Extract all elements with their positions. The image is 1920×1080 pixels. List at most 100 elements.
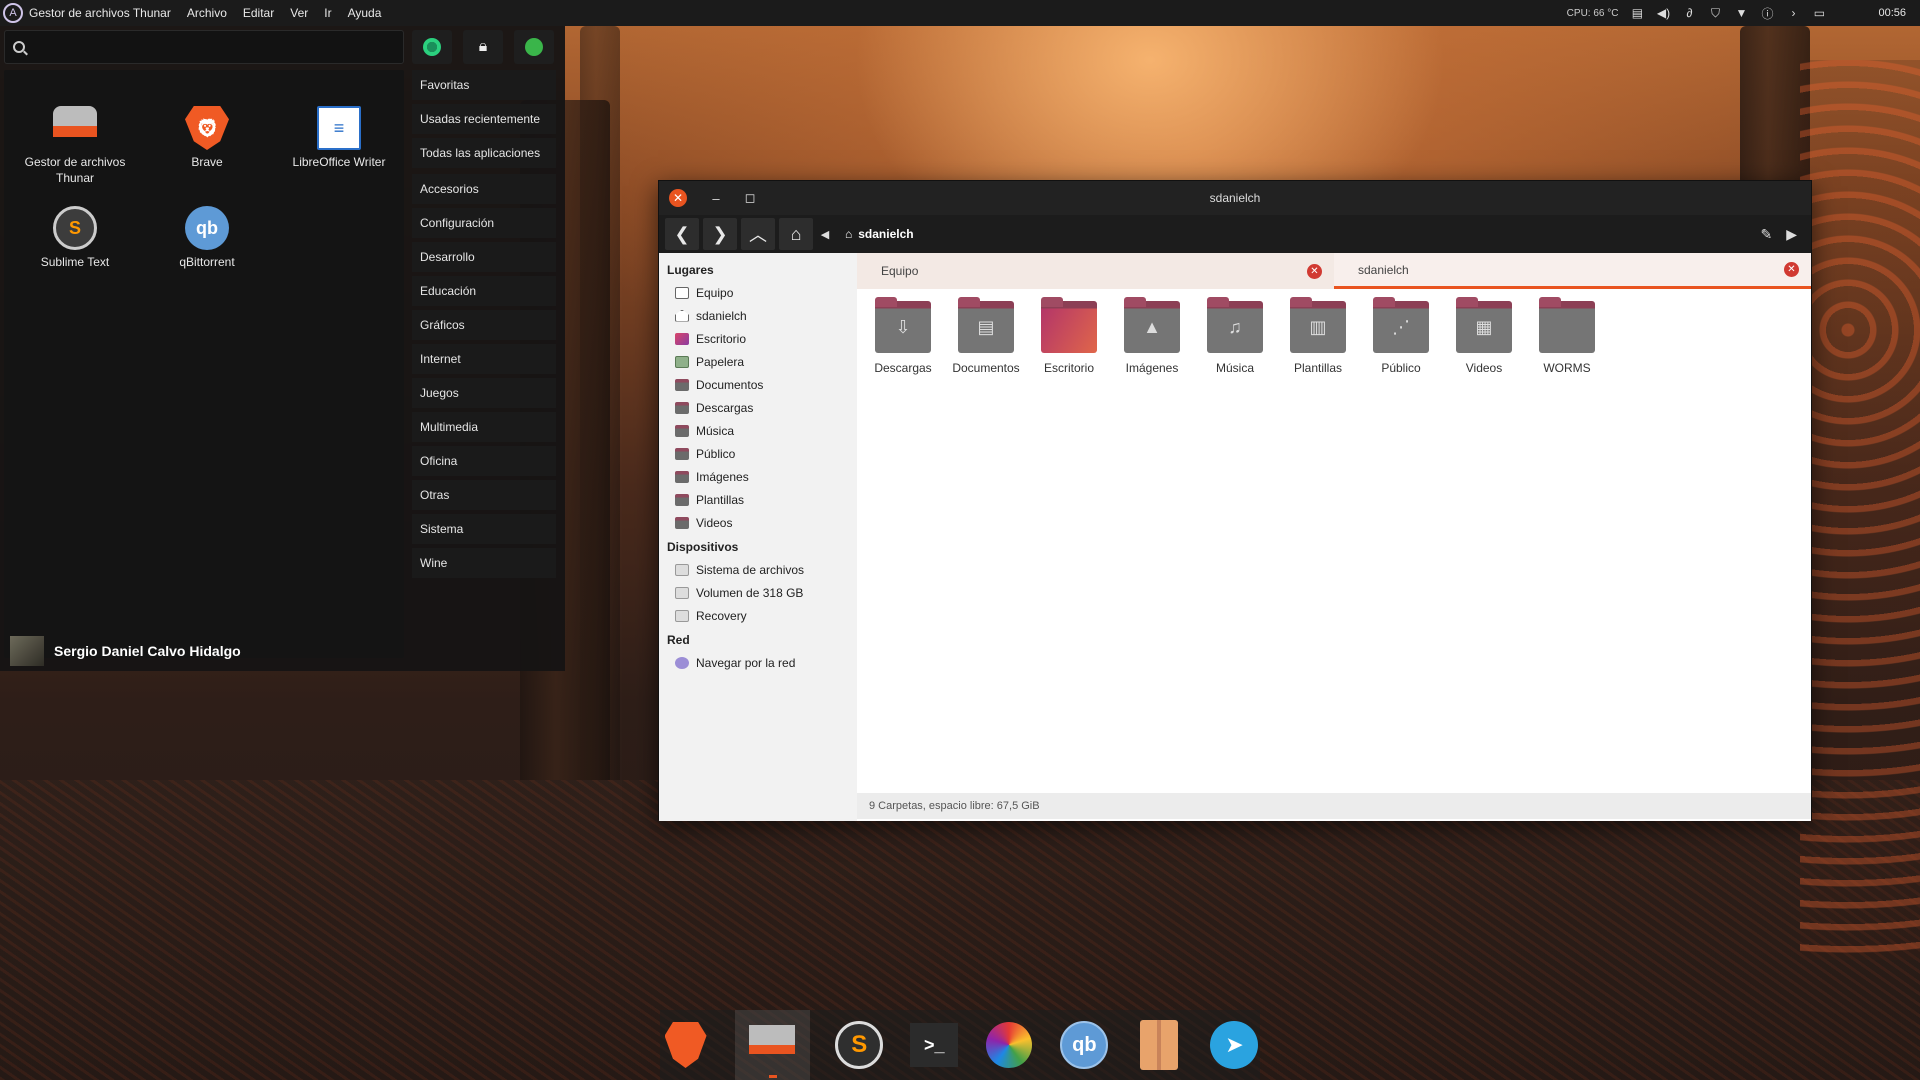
sidebar-item-label: Papelera (696, 354, 745, 369)
sidebar-item-recovery[interactable]: Recovery (659, 604, 857, 627)
category-oficina[interactable]: Oficina (412, 446, 556, 476)
breadcrumb[interactable]: ⌂ sdanielch (835, 219, 924, 249)
close-button[interactable]: ✕ (669, 189, 687, 207)
favorite-thunar[interactable]: Gestor de archivos Thunar (10, 106, 140, 186)
category-multimedia[interactable]: Multimedia (412, 412, 556, 442)
sidebar-item-imagenes[interactable]: Imágenes (659, 465, 857, 488)
dock-terminal[interactable]: >_ (909, 1019, 960, 1071)
sidebar-item-descargas[interactable]: Descargas (659, 396, 857, 419)
category-graficos[interactable]: Gráficos (412, 310, 556, 340)
sidebar-item-plantillas[interactable]: Plantillas (659, 488, 857, 511)
path-scroll-left[interactable]: ◀ (817, 228, 833, 241)
sidebar-item-videos[interactable]: Videos (659, 511, 857, 534)
category-internet[interactable]: Internet (412, 344, 556, 374)
favorite-brave[interactable]: 🦁︎ Brave (142, 106, 272, 170)
volume-icon[interactable]: ◀) (1656, 6, 1670, 20)
search-input[interactable] (33, 39, 393, 55)
settings-icon (423, 38, 441, 56)
sidebar-item-equipo[interactable]: Equipo (659, 281, 857, 304)
minimize-button[interactable]: – (707, 189, 725, 207)
clip-icon[interactable]: ∂ (1682, 6, 1696, 20)
wifi-icon[interactable]: ▼ (1734, 6, 1748, 20)
lock-icon: 🔒︎ (478, 38, 488, 55)
dock-telegram[interactable]: ➤ (1209, 1019, 1260, 1071)
tab-label: Equipo (881, 264, 919, 278)
category-juegos[interactable]: Juegos (412, 378, 556, 408)
back-button[interactable]: ❮ (665, 218, 699, 250)
sidebar-item-publico[interactable]: Público (659, 442, 857, 465)
favorite-label: Gestor de archivos Thunar (24, 155, 126, 185)
log-out-button[interactable] (514, 30, 554, 64)
sidebar-item-volume[interactable]: Volumen de 318 GB (659, 581, 857, 604)
sidebar-item-home[interactable]: sdanielch (659, 304, 857, 327)
title-bar[interactable]: ✕ – ◻ sdanielch (659, 181, 1811, 215)
folder-item[interactable]: Escritorio (1033, 301, 1105, 375)
clock[interactable]: 00:56 (1878, 7, 1906, 19)
folder-item[interactable]: ▤ Documentos (950, 301, 1022, 375)
forward-button[interactable]: ❯ (703, 218, 737, 250)
sidebar-item-browse-network[interactable]: Navegar por la red (659, 651, 857, 674)
dock-image-viewer[interactable] (984, 1019, 1035, 1071)
home-button[interactable]: ⌂ (779, 218, 813, 250)
dock-thunar[interactable] (735, 1010, 810, 1080)
folder-item[interactable]: ▦ Videos (1448, 301, 1520, 375)
sidebar-item-filesystem[interactable]: Sistema de archivos (659, 558, 857, 581)
category-desarrollo[interactable]: Desarrollo (412, 242, 556, 272)
toolbar: ❮ ❯ ︿ ⌂ ◀ ⌂ sdanielch ✎ ▶ (659, 215, 1811, 253)
favorite-sublime[interactable]: S Sublime Text (10, 206, 140, 270)
menu-ayuda[interactable]: Ayuda (348, 6, 382, 20)
battery-icon[interactable]: ▭ (1812, 6, 1826, 20)
sidebar-item-documentos[interactable]: Documentos (659, 373, 857, 396)
menu-ir[interactable]: Ir (324, 6, 331, 20)
download-folder-icon: ⇩ (875, 301, 931, 353)
shield-icon[interactable]: ⛉ (1708, 6, 1722, 20)
dock-sublime[interactable]: S (834, 1019, 885, 1071)
folder-item[interactable]: ⇩ Descargas (867, 301, 939, 375)
notes-icon[interactable]: ▤ (1630, 6, 1644, 20)
settings-button[interactable] (412, 30, 452, 64)
edit-location-button[interactable]: ✎ (1760, 226, 1772, 243)
favorite-qbittorrent[interactable]: qb qBittorrent (142, 206, 272, 270)
menu-archivo[interactable]: Archivo (187, 6, 227, 20)
minimize-icon: – (712, 190, 720, 206)
sidebar-item-musica[interactable]: Música (659, 419, 857, 442)
sidebar-item-escritorio[interactable]: Escritorio (659, 327, 857, 350)
tab-close-button[interactable]: ✕ (1307, 263, 1322, 279)
category-favoritas[interactable]: Favoritas (412, 70, 556, 100)
pictures-folder-icon: ▲ (1124, 301, 1180, 353)
category-wine[interactable]: Wine (412, 548, 556, 578)
tab-sdanielch[interactable]: sdanielch ✕ (1334, 253, 1811, 289)
dock-brave[interactable] (660, 1019, 711, 1071)
app-menu-icon[interactable]: A (3, 3, 23, 23)
parent-folder-button[interactable]: ︿ (741, 218, 775, 250)
category-configuracion[interactable]: Configuración (412, 208, 556, 238)
sidebar-item-label: Videos (696, 515, 733, 530)
tab-label: sdanielch (1358, 262, 1409, 277)
folder-item[interactable]: ♫ Música (1199, 301, 1271, 375)
folder-item[interactable]: ⋰ Público (1365, 301, 1437, 375)
tab-close-button[interactable]: ✕ (1784, 262, 1799, 277)
menu-editar[interactable]: Editar (243, 6, 274, 20)
dock-archive-manager[interactable] (1134, 1019, 1185, 1071)
network-icon (675, 656, 689, 669)
path-scroll-right[interactable]: ▶ (1786, 226, 1797, 243)
category-educacion[interactable]: Educación (412, 276, 556, 306)
menu-ver[interactable]: Ver (290, 6, 308, 20)
lock-screen-button[interactable]: 🔒︎ (463, 30, 503, 64)
chevron-right-icon[interactable]: › (1786, 6, 1800, 20)
category-sistema[interactable]: Sistema (412, 514, 556, 544)
tab-equipo[interactable]: Equipo ✕ (857, 253, 1334, 289)
category-all[interactable]: Todas las aplicaciones (412, 138, 556, 168)
folder-item[interactable]: WORMS (1531, 301, 1603, 375)
category-otras[interactable]: Otras (412, 480, 556, 510)
search-box[interactable] (4, 30, 404, 64)
folder-item[interactable]: ▲ Imágenes (1116, 301, 1188, 375)
category-recent[interactable]: Usadas recientemente (412, 104, 556, 134)
folder-item[interactable]: ▥ Plantillas (1282, 301, 1354, 375)
category-accesorios[interactable]: Accesorios (412, 174, 556, 204)
sidebar-item-papelera[interactable]: Papelera (659, 350, 857, 373)
maximize-button[interactable]: ◻ (741, 189, 759, 207)
info-icon[interactable]: ⓘ (1760, 6, 1774, 21)
dock-qbittorrent[interactable]: qb (1059, 1019, 1110, 1071)
favorite-writer[interactable]: ≡ LibreOffice Writer (274, 106, 404, 170)
